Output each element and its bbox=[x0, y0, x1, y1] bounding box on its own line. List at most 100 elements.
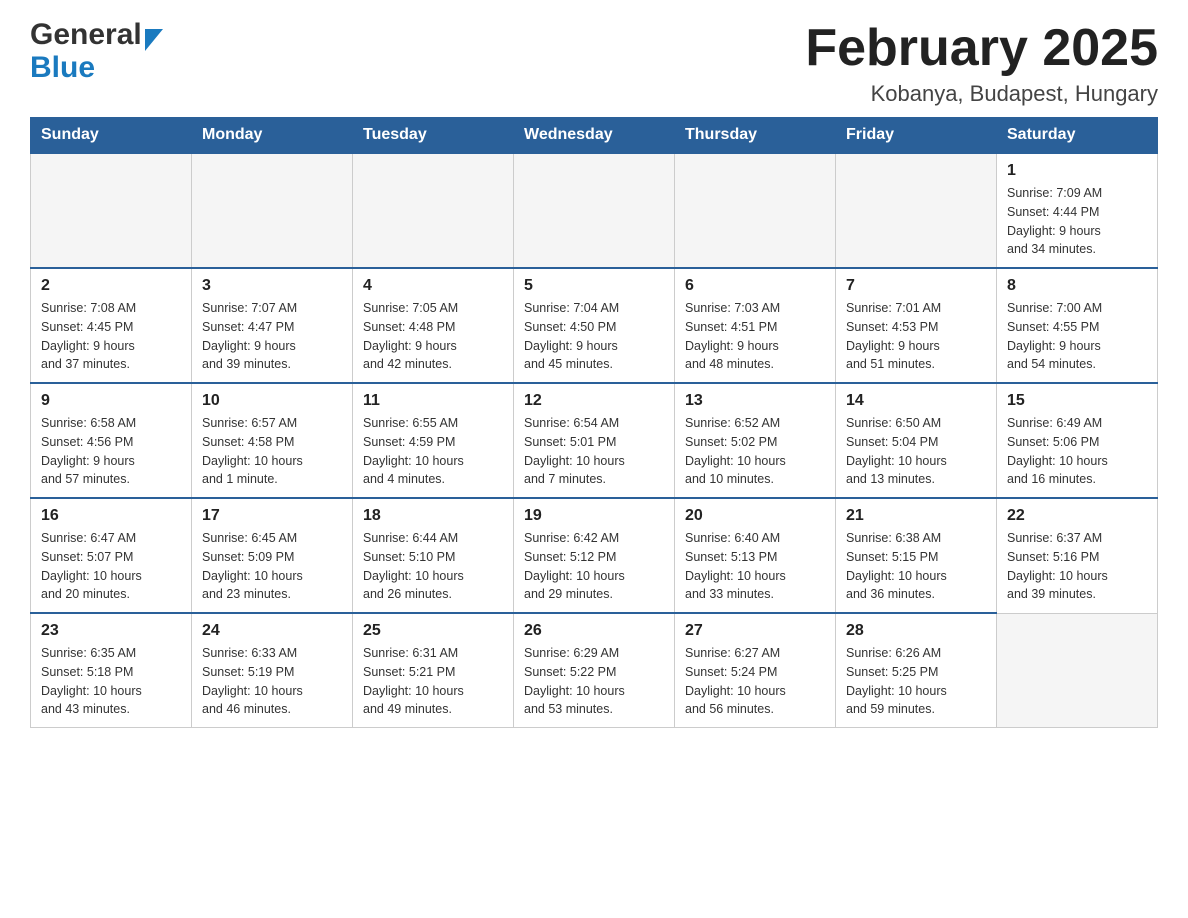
day-cell-15: 15Sunrise: 6:49 AMSunset: 5:06 PMDayligh… bbox=[997, 383, 1158, 498]
day-number: 11 bbox=[363, 392, 503, 410]
day-number: 17 bbox=[202, 507, 342, 525]
day-cell-4: 4 Sunrise: 7:05 AMSunset: 4:48 PMDaylight… bbox=[353, 268, 514, 383]
day-info: Sunrise: 6:40 AMSunset: 5:13 PMDaylight:… bbox=[685, 529, 825, 604]
day-cell-7: 7 Sunrise: 7:01 AMSunset: 4:53 PMDaylight… bbox=[836, 268, 997, 383]
empty-cell bbox=[192, 153, 353, 268]
day-cell-1: 1Sunrise: 7:09 AMSunset: 4:44 PMDaylight… bbox=[997, 153, 1158, 268]
day-info: Sunrise: 6:57 AMSunset: 4:58 PMDaylight:… bbox=[202, 414, 342, 489]
weekday-header-row: SundayMondayTuesdayWednesdayThursdayFrid… bbox=[31, 118, 1158, 154]
month-title: February 2025 bbox=[805, 20, 1158, 77]
day-number: 7 bbox=[846, 277, 986, 295]
week-row-3: 9 Sunrise: 6:58 AMSunset: 4:56 PMDaylight… bbox=[31, 383, 1158, 498]
day-number: 3 bbox=[202, 277, 342, 295]
day-info: Sunrise: 6:35 AMSunset: 5:18 PMDaylight:… bbox=[41, 644, 181, 719]
page-header: General Blue February 2025 Kobanya, Buda… bbox=[30, 20, 1158, 107]
logo-arrow-icon bbox=[145, 29, 163, 51]
empty-cell bbox=[31, 153, 192, 268]
day-cell-10: 10 Sunrise: 6:57 AMSunset: 4:58 PMDayligh… bbox=[192, 383, 353, 498]
day-number: 12 bbox=[524, 392, 664, 410]
day-info: Sunrise: 7:04 AMSunset: 4:50 PMDaylight:… bbox=[524, 299, 664, 374]
day-number: 9 bbox=[41, 392, 181, 410]
day-cell-23: 23 Sunrise: 6:35 AMSunset: 5:18 PMDayligh… bbox=[31, 613, 192, 728]
day-cell-25: 25 Sunrise: 6:31 AMSunset: 5:21 PMDayligh… bbox=[353, 613, 514, 728]
day-info: Sunrise: 6:49 AMSunset: 5:06 PMDaylight:… bbox=[1007, 414, 1147, 489]
day-info: Sunrise: 6:26 AMSunset: 5:25 PMDaylight:… bbox=[846, 644, 986, 719]
title-area: February 2025 Kobanya, Budapest, Hungary bbox=[805, 20, 1158, 107]
day-number: 25 bbox=[363, 622, 503, 640]
day-info: Sunrise: 7:08 AMSunset: 4:45 PMDaylight:… bbox=[41, 299, 181, 374]
day-info: Sunrise: 6:58 AMSunset: 4:56 PMDaylight:… bbox=[41, 414, 181, 489]
day-info: Sunrise: 6:54 AMSunset: 5:01 PMDaylight:… bbox=[524, 414, 664, 489]
day-cell-3: 3 Sunrise: 7:07 AMSunset: 4:47 PMDaylight… bbox=[192, 268, 353, 383]
day-cell-18: 18Sunrise: 6:44 AMSunset: 5:10 PMDayligh… bbox=[353, 498, 514, 613]
day-number: 28 bbox=[846, 622, 986, 640]
day-cell-24: 24 Sunrise: 6:33 AMSunset: 5:19 PMDayligh… bbox=[192, 613, 353, 728]
day-info: Sunrise: 7:03 AMSunset: 4:51 PMDaylight:… bbox=[685, 299, 825, 374]
day-cell-22: 22Sunrise: 6:37 AMSunset: 5:16 PMDayligh… bbox=[997, 498, 1158, 613]
day-number: 1 bbox=[1007, 162, 1147, 180]
day-info: Sunrise: 6:29 AMSunset: 5:22 PMDaylight:… bbox=[524, 644, 664, 719]
day-cell-9: 9 Sunrise: 6:58 AMSunset: 4:56 PMDaylight… bbox=[31, 383, 192, 498]
day-cell-17: 17 Sunrise: 6:45 AMSunset: 5:09 PMDayligh… bbox=[192, 498, 353, 613]
day-info: Sunrise: 7:07 AMSunset: 4:47 PMDaylight:… bbox=[202, 299, 342, 374]
weekday-header-friday: Friday bbox=[836, 118, 997, 154]
day-cell-12: 12 Sunrise: 6:54 AMSunset: 5:01 PMDayligh… bbox=[514, 383, 675, 498]
day-number: 8 bbox=[1007, 277, 1147, 295]
day-cell-2: 2 Sunrise: 7:08 AMSunset: 4:45 PMDaylight… bbox=[31, 268, 192, 383]
day-number: 20 bbox=[685, 507, 825, 525]
day-cell-8: 8 Sunrise: 7:00 AMSunset: 4:55 PMDaylight… bbox=[997, 268, 1158, 383]
day-info: Sunrise: 6:38 AMSunset: 5:15 PMDaylight:… bbox=[846, 529, 986, 604]
week-row-4: 16 Sunrise: 6:47 AMSunset: 5:07 PMDayligh… bbox=[31, 498, 1158, 613]
logo: General Blue bbox=[30, 20, 163, 85]
day-cell-28: 28 Sunrise: 6:26 AMSunset: 5:25 PMDayligh… bbox=[836, 613, 997, 728]
day-info: Sunrise: 6:27 AMSunset: 5:24 PMDaylight:… bbox=[685, 644, 825, 719]
day-number: 16 bbox=[41, 507, 181, 525]
day-info: Sunrise: 7:01 AMSunset: 4:53 PMDaylight:… bbox=[846, 299, 986, 374]
day-number: 14 bbox=[846, 392, 986, 410]
day-info: Sunrise: 6:50 AMSunset: 5:04 PMDaylight:… bbox=[846, 414, 986, 489]
day-cell-27: 27 Sunrise: 6:27 AMSunset: 5:24 PMDayligh… bbox=[675, 613, 836, 728]
weekday-header-monday: Monday bbox=[192, 118, 353, 154]
day-number: 2 bbox=[41, 277, 181, 295]
empty-cell bbox=[675, 153, 836, 268]
day-number: 21 bbox=[846, 507, 986, 525]
day-info: Sunrise: 7:05 AMSunset: 4:48 PMDaylight:… bbox=[363, 299, 503, 374]
day-number: 5 bbox=[524, 277, 664, 295]
day-info: Sunrise: 6:47 AMSunset: 5:07 PMDaylight:… bbox=[41, 529, 181, 604]
weekday-header-wednesday: Wednesday bbox=[514, 118, 675, 154]
day-cell-6: 6 Sunrise: 7:03 AMSunset: 4:51 PMDaylight… bbox=[675, 268, 836, 383]
weekday-header-saturday: Saturday bbox=[997, 118, 1158, 154]
day-info: Sunrise: 7:00 AMSunset: 4:55 PMDaylight:… bbox=[1007, 299, 1147, 374]
day-number: 26 bbox=[524, 622, 664, 640]
day-number: 23 bbox=[41, 622, 181, 640]
day-cell-21: 21 Sunrise: 6:38 AMSunset: 5:15 PMDayligh… bbox=[836, 498, 997, 613]
day-info: Sunrise: 6:33 AMSunset: 5:19 PMDaylight:… bbox=[202, 644, 342, 719]
day-info: Sunrise: 6:31 AMSunset: 5:21 PMDaylight:… bbox=[363, 644, 503, 719]
day-cell-26: 26 Sunrise: 6:29 AMSunset: 5:22 PMDayligh… bbox=[514, 613, 675, 728]
day-cell-11: 11Sunrise: 6:55 AMSunset: 4:59 PMDayligh… bbox=[353, 383, 514, 498]
empty-cell bbox=[997, 613, 1158, 728]
week-row-5: 23 Sunrise: 6:35 AMSunset: 5:18 PMDayligh… bbox=[31, 613, 1158, 728]
day-cell-20: 20 Sunrise: 6:40 AMSunset: 5:13 PMDayligh… bbox=[675, 498, 836, 613]
logo-general-text: General bbox=[30, 18, 142, 51]
weekday-header-sunday: Sunday bbox=[31, 118, 192, 154]
empty-cell bbox=[836, 153, 997, 268]
day-cell-14: 14 Sunrise: 6:50 AMSunset: 5:04 PMDayligh… bbox=[836, 383, 997, 498]
day-number: 24 bbox=[202, 622, 342, 640]
weekday-header-thursday: Thursday bbox=[675, 118, 836, 154]
day-info: Sunrise: 6:45 AMSunset: 5:09 PMDaylight:… bbox=[202, 529, 342, 604]
day-cell-19: 19Sunrise: 6:42 AMSunset: 5:12 PMDayligh… bbox=[514, 498, 675, 613]
day-cell-13: 13 Sunrise: 6:52 AMSunset: 5:02 PMDayligh… bbox=[675, 383, 836, 498]
logo-blue-text: Blue bbox=[30, 51, 95, 84]
day-number: 4 bbox=[363, 277, 503, 295]
day-number: 6 bbox=[685, 277, 825, 295]
day-number: 27 bbox=[685, 622, 825, 640]
day-number: 22 bbox=[1007, 507, 1147, 525]
location-text: Kobanya, Budapest, Hungary bbox=[805, 81, 1158, 107]
day-number: 13 bbox=[685, 392, 825, 410]
day-info: Sunrise: 6:52 AMSunset: 5:02 PMDaylight:… bbox=[685, 414, 825, 489]
day-number: 10 bbox=[202, 392, 342, 410]
day-info: Sunrise: 6:42 AMSunset: 5:12 PMDaylight:… bbox=[524, 529, 664, 604]
calendar-table: SundayMondayTuesdayWednesdayThursdayFrid… bbox=[30, 117, 1158, 728]
week-row-2: 2 Sunrise: 7:08 AMSunset: 4:45 PMDaylight… bbox=[31, 268, 1158, 383]
